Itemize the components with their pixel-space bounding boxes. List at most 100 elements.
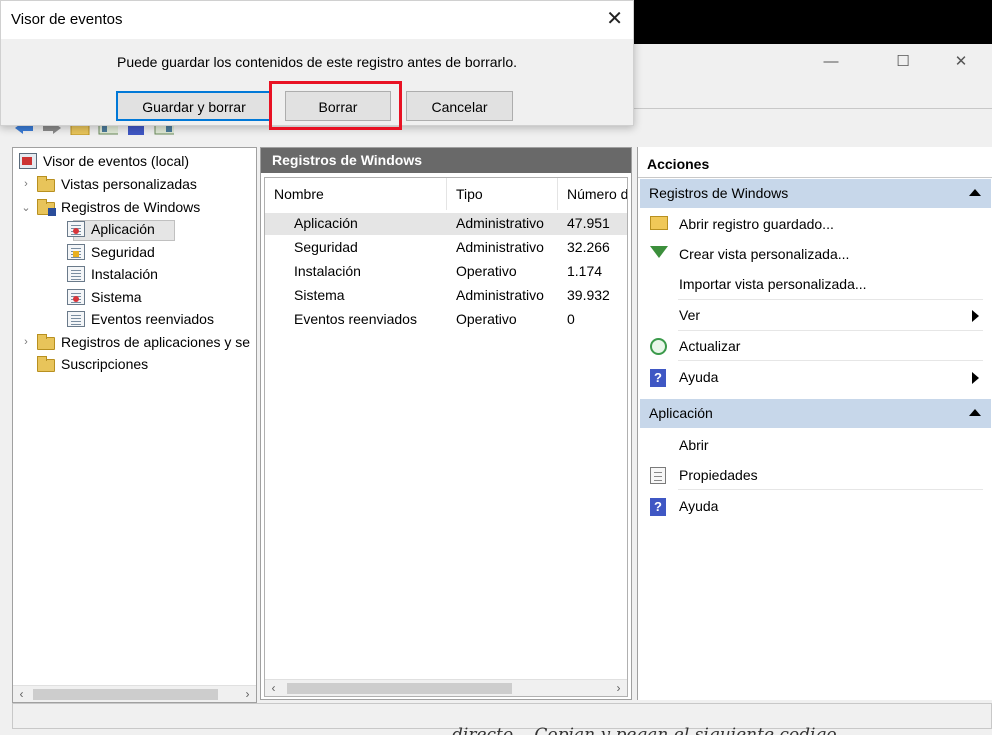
collapse-triangle-icon[interactable] [969,189,981,196]
action-label: Ayuda [679,498,719,514]
scroll-left-icon[interactable]: ‹ [13,686,30,702]
tree-item-subscriptions[interactable]: Suscripciones [37,354,148,374]
divider [678,489,983,490]
tree-item-apps-services[interactable]: › Registros de aplicaciones y se [21,332,250,352]
action-view[interactable]: Ver [640,300,991,330]
tree-item-root[interactable]: Visor de eventos (local) [19,151,189,171]
close-window-button[interactable]: ✕ [946,52,976,72]
tree-item-log-security[interactable]: Seguridad [67,242,155,262]
tree-item-label: Seguridad [91,244,155,260]
log-icon [67,221,85,237]
highlight-annotation-box [269,81,402,130]
divider [678,360,983,361]
close-icon[interactable]: ✕ [606,7,623,31]
tree-item-label: Registros de Windows [61,199,201,215]
cell-name: Instalación [294,263,361,279]
log-icon [67,311,85,327]
minimize-button[interactable]: — [816,52,846,72]
column-header-type[interactable]: Tipo [447,178,558,210]
cell-count: 1.174 [567,263,603,279]
logs-list-pane: Registros de Windows Nombre Tipo Número … [260,147,632,700]
tree-item-windows-logs[interactable]: ⌄ Registros de Windows [21,197,200,217]
tree-item-log-setup[interactable]: Instalación [67,264,158,284]
scroll-right-icon[interactable]: › [610,680,627,696]
dialog-message: Puede guardar los contenidos de este reg… [116,54,518,70]
background-black-bar [634,0,992,44]
actions-group-label: Registros de Windows [649,185,789,201]
cell-count: 47.951 [567,215,610,231]
table-row[interactable]: Eventos reenviados Operativo 0 [265,309,627,331]
cell-name: Aplicación [294,215,358,231]
actions-group-application[interactable]: Aplicación [640,399,991,428]
expand-chevron-icon[interactable]: › [21,178,31,190]
action-label: Actualizar [679,338,741,354]
submenu-arrow-icon [972,372,979,384]
actions-group-label: Aplicación [649,405,713,421]
action-create-custom-view[interactable]: Crear vista personalizada... [640,239,991,269]
submenu-arrow-icon [972,310,979,322]
scroll-left-icon[interactable]: ‹ [265,680,282,696]
tree-item-log-application[interactable]: Aplicación [67,219,155,239]
help-icon: ? [650,498,666,516]
table-row[interactable]: Seguridad Administrativo 32.266 [265,237,627,259]
scrollbar-thumb[interactable] [33,689,218,700]
maximize-button[interactable]: ☐ [888,52,918,72]
action-label: Abrir [679,437,709,453]
action-label: Importar vista personalizada... [679,276,867,292]
cell-count: 0 [567,311,575,327]
column-header-count[interactable]: Número d [558,178,627,210]
tree-item-log-forwarded[interactable]: Eventos reenviados [67,309,214,329]
windows-logs-folder-icon [37,198,56,216]
action-refresh[interactable]: Actualizar [640,331,991,361]
subscriptions-icon [37,355,55,372]
table-row[interactable]: Aplicación Administrativo 47.951 [265,213,627,235]
tree-horizontal-scrollbar[interactable]: ‹ › [13,685,256,702]
cell-type: Administrativo [456,287,544,303]
tree-item-custom-views[interactable]: › Vistas personalizadas [21,174,197,194]
collapse-triangle-icon[interactable] [969,409,981,416]
action-help[interactable]: ? Ayuda [640,362,991,392]
tree-item-label: Eventos reenviados [91,311,214,327]
action-label: Propiedades [679,467,758,483]
open-folder-icon [650,216,668,230]
save-and-clear-button[interactable]: Guardar y borrar [116,91,272,121]
action-help-application[interactable]: ? Ayuda [640,491,991,521]
tree-item-label: Visor de eventos (local) [43,153,190,169]
cell-type: Administrativo [456,239,544,255]
actions-group-windows-logs[interactable]: Registros de Windows [640,179,991,208]
action-open[interactable]: Abrir [640,430,991,460]
tree-item-label: Vistas personalizadas [61,176,197,192]
folder-icon [37,175,55,192]
action-open-saved-log[interactable]: Abrir registro guardado... [640,209,991,239]
table-row[interactable]: Sistema Administrativo 39.932 [265,285,627,307]
cell-name: Sistema [294,287,345,303]
scroll-right-icon[interactable]: › [239,686,256,702]
cell-type: Administrativo [456,215,544,231]
expand-chevron-icon[interactable]: › [21,336,31,348]
cell-name: Seguridad [294,239,358,255]
log-icon [67,289,85,305]
list-horizontal-scrollbar[interactable]: ‹ › [265,679,627,696]
filter-icon [650,246,668,258]
tree-item-log-system[interactable]: Sistema [67,287,142,307]
logs-list: Nombre Tipo Número d Aplicación Administ… [264,177,628,697]
tree-item-label: Sistema [91,289,142,305]
event-viewer-icon [19,153,37,169]
log-icon [67,266,85,282]
cell-count: 39.932 [567,287,610,303]
cancel-button[interactable]: Cancelar [406,91,513,121]
properties-icon [650,467,666,484]
action-properties[interactable]: Propiedades [640,460,991,490]
scrollbar-thumb[interactable] [287,683,512,694]
background-page-text: directo... Copian y pegan el siguiente c… [452,726,882,735]
column-header-name[interactable]: Nombre [265,178,447,210]
action-import-custom-view[interactable]: Importar vista personalizada... [640,269,991,299]
dialog-titlebar: Visor de eventos ✕ [1,1,633,39]
cell-type: Operativo [456,311,517,327]
actions-pane: Acciones Registros de Windows Abrir regi… [637,147,992,700]
table-row[interactable]: Instalación Operativo 1.174 [265,261,627,283]
navigation-tree-pane: Visor de eventos (local) › Vistas person… [12,147,257,703]
action-label: Abrir registro guardado... [679,216,834,232]
cell-type: Operativo [456,263,517,279]
collapse-chevron-icon[interactable]: ⌄ [21,201,31,214]
